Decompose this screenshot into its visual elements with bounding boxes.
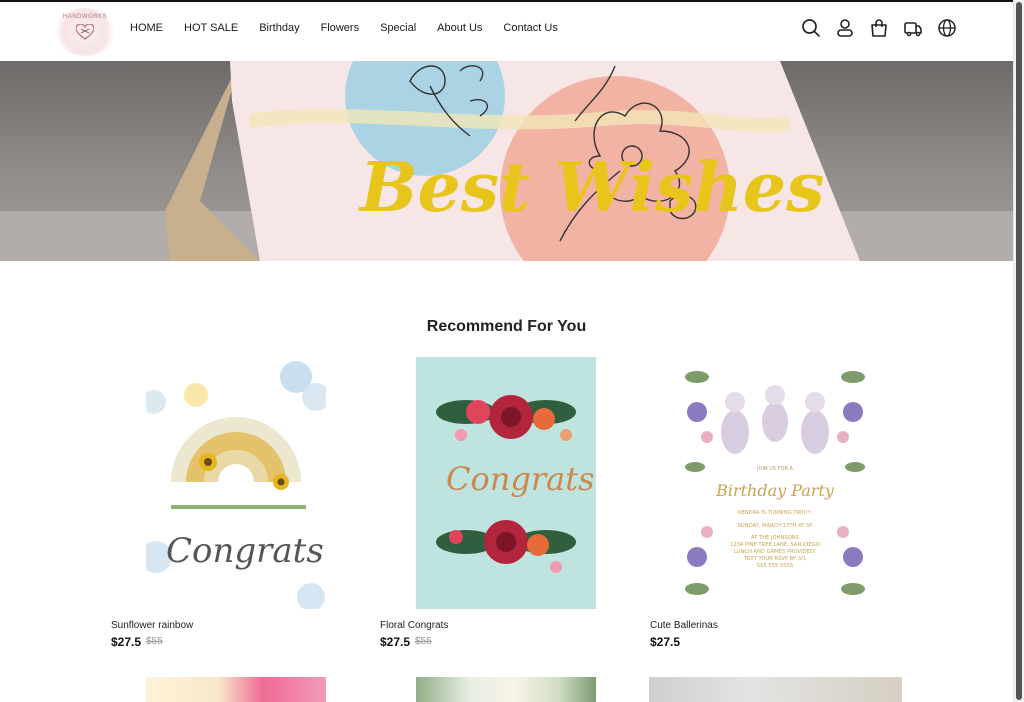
product-card-text: Birthday Party	[715, 481, 835, 500]
site-header: HANDWORKS HOME HOT SALE Birthday Flowers…	[0, 2, 1013, 61]
product-image[interactable]: JOIN US FOR A Birthday Party KENDRA IS T…	[685, 357, 865, 609]
product-price: $27.5	[380, 635, 411, 649]
svg-text:Best Wishes: Best Wishes	[358, 148, 824, 228]
invite-line: TEXT YOUR RSVP BY 3/1	[743, 556, 806, 562]
globe-icon[interactable]	[937, 18, 957, 38]
product-image[interactable]	[416, 677, 596, 702]
product-price: $27.5	[650, 635, 681, 649]
product-image[interactable]: Congrats	[416, 357, 596, 609]
invite-line: 555 555 5555	[757, 563, 793, 569]
invite-line: AT THE JOHNSONS	[751, 535, 799, 541]
product-card-text: Congrats	[166, 531, 324, 571]
product-image[interactable]	[649, 677, 902, 702]
user-icon[interactable]	[835, 18, 855, 38]
nav-contact-us[interactable]: Contact Us	[503, 22, 557, 34]
hero-banner[interactable]: Best Wishes	[0, 61, 1013, 261]
invite-line: JOIN US FOR A	[756, 466, 794, 472]
search-icon[interactable]	[801, 18, 821, 38]
shipping-icon[interactable]	[903, 18, 923, 38]
invite-line: SUNDAY, MARCH 17TH AT 3P	[738, 523, 813, 529]
product-old-price: $55	[415, 636, 432, 647]
nav-birthday[interactable]: Birthday	[259, 22, 299, 34]
nav-special[interactable]: Special	[380, 22, 416, 34]
product-name[interactable]: Floral Congrats	[380, 620, 448, 631]
heart-icon	[76, 24, 94, 40]
hero-card-text: Best Wishes	[358, 148, 824, 228]
product-price: $27.5	[111, 635, 142, 649]
product-name[interactable]: Cute Ballerinas	[650, 620, 718, 631]
scrollbar-thumb[interactable]	[1016, 2, 1022, 700]
logo-text: HANDWORKS	[62, 14, 108, 20]
nav-flowers[interactable]: Flowers	[321, 22, 360, 34]
page-scrollbar[interactable]	[1013, 0, 1024, 702]
product-name[interactable]: Sunflower rainbow	[111, 620, 193, 631]
product-card-text: Congrats	[446, 460, 595, 498]
invite-line: 1234 PINE TREE LANE, SAN DIEGO	[730, 542, 820, 548]
product-old-price: $55	[146, 636, 163, 647]
recommend-title: Recommend For You	[426, 318, 587, 335]
product-image[interactable]	[146, 677, 326, 702]
cart-icon[interactable]	[869, 18, 889, 38]
hero-image: Best Wishes	[0, 61, 1013, 261]
nav-about-us[interactable]: About Us	[437, 22, 482, 34]
invite-line: KENDRA IS TURNING TWO!!!	[738, 510, 812, 516]
header-icons	[801, 18, 957, 38]
brand-logo[interactable]: HANDWORKS	[54, 8, 116, 56]
invite-line: LUNCH AND GAMES PROVIDED!	[734, 549, 816, 555]
nav-hot-sale[interactable]: HOT SALE	[184, 22, 238, 34]
main-nav: HOME HOT SALE Birthday Flowers Special A…	[130, 22, 558, 34]
nav-home[interactable]: HOME	[130, 22, 163, 34]
product-image[interactable]: Congrats	[146, 357, 326, 609]
